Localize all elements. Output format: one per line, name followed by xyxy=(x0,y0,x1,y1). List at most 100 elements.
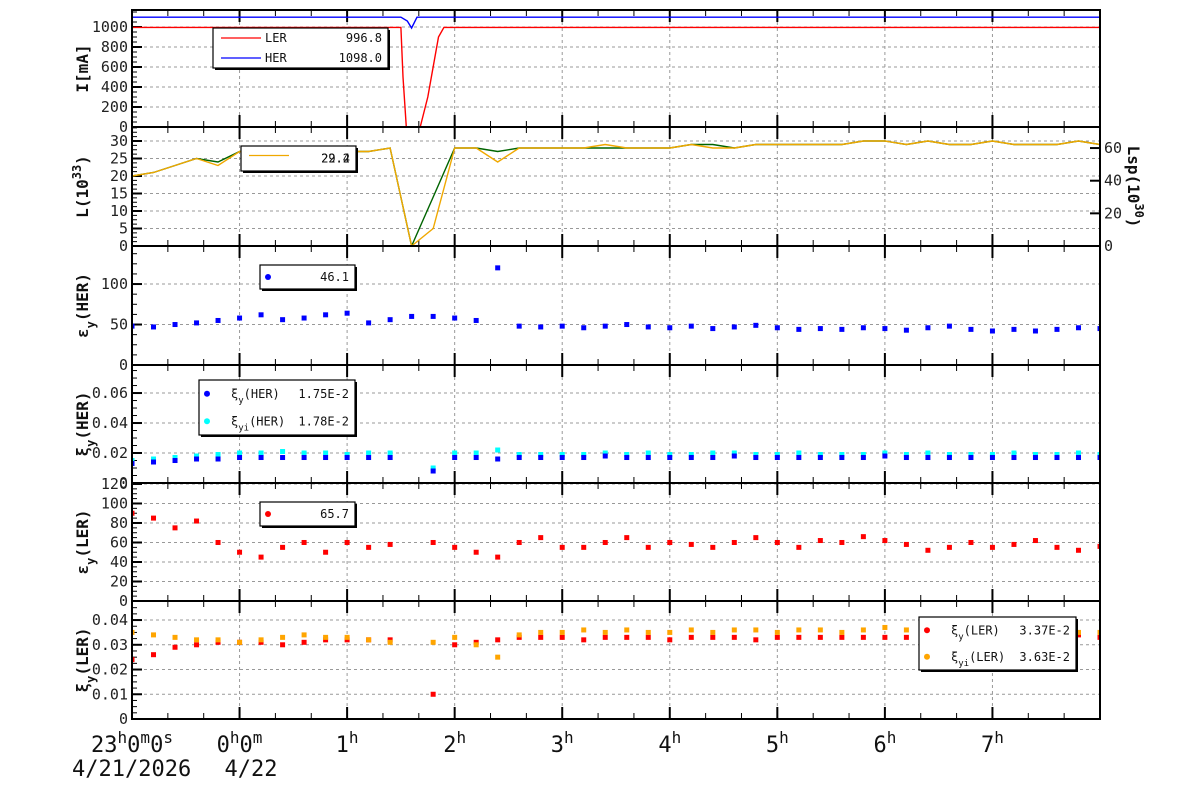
data-point xyxy=(688,634,694,640)
y2-tick-label: 0 xyxy=(1104,237,1113,255)
data-point xyxy=(323,450,329,456)
legend-dot-marker xyxy=(265,511,271,517)
data-point xyxy=(280,634,286,640)
data-point xyxy=(860,455,866,461)
data-point xyxy=(839,629,845,635)
data-point xyxy=(817,538,823,544)
data-point xyxy=(172,458,178,464)
data-point xyxy=(366,637,372,643)
data-point xyxy=(495,265,501,271)
data-point xyxy=(602,323,608,329)
data-point xyxy=(925,547,931,553)
panel-emittance-her: 050100εy(HER) 46.1 xyxy=(73,245,1101,374)
data-point xyxy=(430,539,436,545)
x-date-label: 4/21/2026 xyxy=(72,757,191,782)
subscript: y xyxy=(84,440,98,447)
text-part: 7 xyxy=(981,733,994,758)
data-point xyxy=(796,450,802,456)
data-point xyxy=(237,639,243,645)
data-point xyxy=(968,455,974,461)
data-point xyxy=(323,634,329,640)
legend-dot-marker xyxy=(204,390,210,397)
y-tick-label: 20 xyxy=(110,572,128,590)
data-point xyxy=(1075,450,1081,456)
data-point xyxy=(774,539,780,545)
text-part: 5 xyxy=(766,733,779,758)
data-point xyxy=(366,544,372,550)
superscript: h xyxy=(994,728,1004,747)
superscript: h xyxy=(887,728,897,747)
text-part: 23 xyxy=(91,733,118,758)
data-point xyxy=(645,629,651,635)
data-point xyxy=(409,313,415,319)
data-point xyxy=(387,639,393,645)
series-line-her xyxy=(132,16,1100,30)
data-point xyxy=(753,455,759,461)
data-point xyxy=(516,323,522,329)
data-point xyxy=(946,544,952,550)
data-point xyxy=(495,637,501,643)
text-part: ) xyxy=(1124,218,1143,228)
data-point xyxy=(387,455,393,461)
y-tick-label: 25 xyxy=(110,150,128,168)
data-point xyxy=(1054,544,1060,550)
data-point xyxy=(796,634,802,640)
data-point xyxy=(258,455,264,461)
data-point xyxy=(925,325,931,331)
text-part: ξ xyxy=(73,447,92,457)
data-point xyxy=(301,315,307,321)
data-point xyxy=(280,642,286,648)
text-part: 3 xyxy=(551,733,564,758)
data-point xyxy=(387,450,393,456)
data-point xyxy=(516,632,522,638)
data-point xyxy=(1011,455,1017,461)
data-point xyxy=(151,652,157,658)
text-part: ε xyxy=(73,328,92,338)
data-point xyxy=(559,544,565,550)
x-date-label: 4/22 xyxy=(225,757,278,782)
data-point xyxy=(903,541,909,547)
data-point xyxy=(688,541,694,547)
superscript: h xyxy=(564,728,574,747)
data-point xyxy=(323,549,329,555)
data-point xyxy=(710,450,716,456)
data-point xyxy=(731,324,737,330)
data-point xyxy=(495,456,501,462)
data-point xyxy=(860,534,866,540)
subscript: yi xyxy=(238,423,249,433)
legend-value: 1098.0 xyxy=(339,51,382,65)
legend-dot-marker xyxy=(924,653,930,660)
data-point xyxy=(387,317,393,323)
data-point xyxy=(645,324,651,330)
panel-luminosity: 051015202530L(1033)0204060 Lsp(1030)29.42… xyxy=(70,126,1146,255)
data-point xyxy=(280,449,286,455)
text-part: (LER) xyxy=(73,509,92,557)
data-point xyxy=(430,468,436,474)
data-point xyxy=(194,320,200,326)
data-point xyxy=(731,539,737,545)
data-point xyxy=(753,627,759,633)
y-axis-label: I[mA] xyxy=(73,44,92,92)
data-point xyxy=(839,634,845,640)
data-point xyxy=(946,323,952,329)
y-tick-label: 20 xyxy=(110,167,128,185)
data-point xyxy=(237,315,243,321)
data-point xyxy=(430,639,436,645)
y-axis-label: εy(LER) xyxy=(73,509,98,574)
data-point xyxy=(688,627,694,633)
data-point xyxy=(624,455,630,461)
data-point xyxy=(581,325,587,331)
data-point xyxy=(581,455,587,461)
data-point xyxy=(903,327,909,333)
superscript: 30 xyxy=(1132,203,1146,217)
data-point xyxy=(839,455,845,461)
series-group xyxy=(132,447,1100,474)
data-point xyxy=(1032,328,1038,334)
data-point xyxy=(1054,326,1060,332)
data-point xyxy=(280,317,286,323)
data-point xyxy=(667,637,673,643)
y2-tick-label: 20 xyxy=(1104,204,1122,222)
data-point xyxy=(172,644,178,650)
data-point xyxy=(559,455,565,461)
data-point xyxy=(258,312,264,318)
